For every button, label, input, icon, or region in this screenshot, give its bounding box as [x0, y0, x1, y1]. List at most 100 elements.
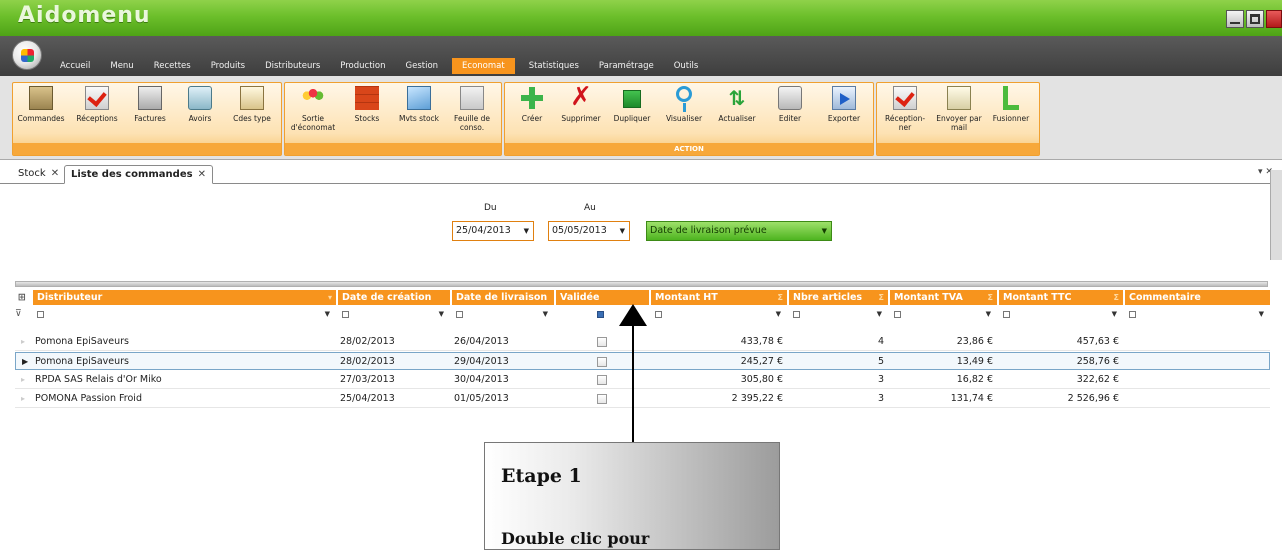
document-tabs: Stock ✕ Liste des commandes ✕ ▾ ✕ — [0, 162, 1282, 184]
filter-commentaire[interactable]: ▼ — [1125, 307, 1270, 322]
printer-icon — [778, 86, 802, 110]
tab-distributeurs[interactable]: Distributeurs — [255, 58, 330, 74]
receptions-button[interactable]: Réceptions — [71, 86, 123, 142]
factures-button[interactable]: Factures — [125, 86, 175, 142]
close-tab-icon[interactable]: ✕ — [51, 168, 59, 179]
actualiser-button[interactable]: ⇅ Actualiser — [711, 86, 763, 142]
chevron-down-icon: ▼ — [523, 227, 529, 235]
tab-liste-commandes[interactable]: Liste des commandes ✕ — [64, 165, 213, 184]
mvts-stock-button[interactable]: Mvts stock — [393, 86, 445, 142]
tab-gestion[interactable]: Gestion — [396, 58, 449, 74]
menu-tabs: Accueil Menu Recettes Produits Distribut… — [50, 58, 708, 74]
table-row[interactable]: ▸ Pomona EpiSaveurs 28/02/2013 26/04/201… — [15, 333, 1270, 351]
tab-accueil[interactable]: Accueil — [50, 58, 100, 74]
table-row[interactable]: ▸ RPDA SAS Relais d'Or Miko 27/03/2013 3… — [15, 371, 1270, 389]
sum-icon: Σ — [987, 293, 993, 302]
ribbon-group-documents: Commandes Réceptions Factures Avoirs Cde… — [12, 82, 282, 156]
col-validee[interactable]: Validée — [556, 290, 649, 305]
filter-montant-ttc[interactable]: ▼ — [999, 307, 1123, 322]
col-montant-ht[interactable]: Montant HT Σ — [651, 290, 787, 305]
table-row[interactable]: ▸ POMONA Passion Froid 25/04/2013 01/05/… — [15, 390, 1270, 408]
sum-icon: Σ — [1113, 293, 1119, 302]
annotation-arrow — [632, 320, 634, 446]
minimize-button[interactable] — [1226, 10, 1244, 28]
app-title: Aidomenu — [18, 3, 151, 28]
splitter[interactable] — [15, 281, 1268, 287]
dupliquer-button[interactable]: Dupliquer — [607, 86, 657, 142]
validee-checkbox[interactable] — [597, 357, 607, 367]
commandes-button[interactable]: Commandes — [15, 86, 67, 142]
creer-button[interactable]: Créer — [509, 86, 555, 142]
chevron-down-icon: ▼ — [619, 227, 625, 235]
filter-date-livraison[interactable]: ▼ — [452, 307, 554, 322]
tab-outils[interactable]: Outils — [664, 58, 709, 74]
filter-montant-tva[interactable]: ▼ — [890, 307, 997, 322]
cdes-type-button[interactable]: Cdes type — [227, 86, 277, 142]
avoirs-button[interactable]: Avoirs — [175, 86, 225, 142]
app-logo-icon[interactable] — [12, 40, 42, 70]
date-type-select[interactable]: Date de livraison prévue ▼ — [646, 221, 832, 241]
tab-statistiques[interactable]: Statistiques — [519, 58, 589, 74]
validee-checkbox[interactable] — [597, 375, 607, 385]
sortie-economat-button[interactable]: Sortie d'économat — [287, 86, 339, 142]
au-label: Au — [584, 203, 596, 213]
sortie-icon — [301, 86, 325, 110]
invoice-icon — [138, 86, 162, 110]
orders-icon — [29, 86, 53, 110]
col-date-livraison[interactable]: Date de livraison — [452, 290, 554, 305]
table-row-selected[interactable]: ▶ Pomona EpiSaveurs 28/02/2013 29/04/201… — [15, 352, 1270, 370]
tab-menu[interactable]: Menu — [100, 58, 143, 74]
annotation-callout: Etape 1 Double clic pour — [484, 442, 780, 550]
tab-recettes[interactable]: Recettes — [144, 58, 201, 74]
receptionner-icon — [893, 86, 917, 110]
editer-button[interactable]: Editer — [765, 86, 815, 142]
col-montant-tva[interactable]: Montant TVA Σ — [890, 290, 997, 305]
col-nbre-articles[interactable]: Nbre articles Σ — [789, 290, 888, 305]
close-button[interactable] — [1266, 10, 1282, 28]
clipboard-icon — [240, 86, 264, 110]
sum-icon: Σ — [878, 293, 884, 302]
tab-stock[interactable]: Stock ✕ — [12, 165, 65, 184]
filter-montant-ht[interactable]: ▼ — [651, 307, 787, 322]
col-commentaire[interactable]: Commentaire — [1125, 290, 1270, 305]
tab-parametrage[interactable]: Paramétrage — [589, 58, 664, 74]
duplicate-icon — [623, 90, 641, 108]
current-row-icon: ▶ — [22, 357, 29, 366]
tab-economat[interactable]: Economat — [452, 58, 515, 74]
receptions-icon — [85, 86, 109, 110]
filter-icon[interactable]: ⊽ — [15, 307, 33, 322]
visualiser-button[interactable]: Visualiser — [659, 86, 709, 142]
envoyer-mail-button[interactable]: Envoyer par mail — [933, 86, 985, 142]
maximize-button[interactable] — [1246, 10, 1264, 28]
supprimer-button[interactable]: ✗ Supprimer — [555, 84, 607, 142]
magnifier-icon — [676, 86, 692, 112]
callout-title: Etape 1 — [501, 465, 582, 487]
column-chooser-icon[interactable]: ⊞ — [15, 290, 33, 305]
close-tab-icon[interactable]: ✕ — [198, 169, 206, 180]
filter-date-creation[interactable]: ▼ — [338, 307, 450, 322]
tab-produits[interactable]: Produits — [201, 58, 255, 74]
filter-distributeur[interactable]: ▼ — [33, 307, 336, 322]
filter-nbre-articles[interactable]: ▼ — [789, 307, 888, 322]
col-distributeur[interactable]: Distributeur ▾ — [33, 290, 336, 305]
side-panel-strip[interactable] — [1270, 170, 1282, 260]
validee-checkbox[interactable] — [597, 394, 607, 404]
date-from-picker[interactable]: 25/04/2013 ▼ — [452, 221, 534, 241]
stocks-button[interactable]: Stocks — [341, 86, 393, 142]
exporter-button[interactable]: Exporter — [817, 86, 871, 142]
action-group-label: ACTION — [505, 143, 873, 155]
stocks-icon — [355, 86, 379, 110]
menu-bar: Accueil Menu Recettes Produits Distribut… — [0, 36, 1282, 76]
date-to-picker[interactable]: 05/05/2013 ▼ — [548, 221, 630, 241]
tab-production[interactable]: Production — [330, 58, 395, 74]
fusionner-button[interactable]: Fusionner — [985, 86, 1037, 142]
group-footer — [877, 143, 1039, 155]
col-date-creation[interactable]: Date de création — [338, 290, 450, 305]
plus-icon — [520, 86, 544, 110]
du-label: Du — [484, 203, 497, 213]
col-montant-ttc[interactable]: Montant TTC Σ — [999, 290, 1123, 305]
receptionner-button[interactable]: Réception-ner — [879, 86, 931, 142]
feuille-conso-button[interactable]: Feuille de conso. — [445, 86, 499, 142]
ribbon-group-stocks: Sortie d'économat Stocks Mvts stock Feui… — [284, 82, 502, 156]
validee-checkbox[interactable] — [597, 337, 607, 347]
